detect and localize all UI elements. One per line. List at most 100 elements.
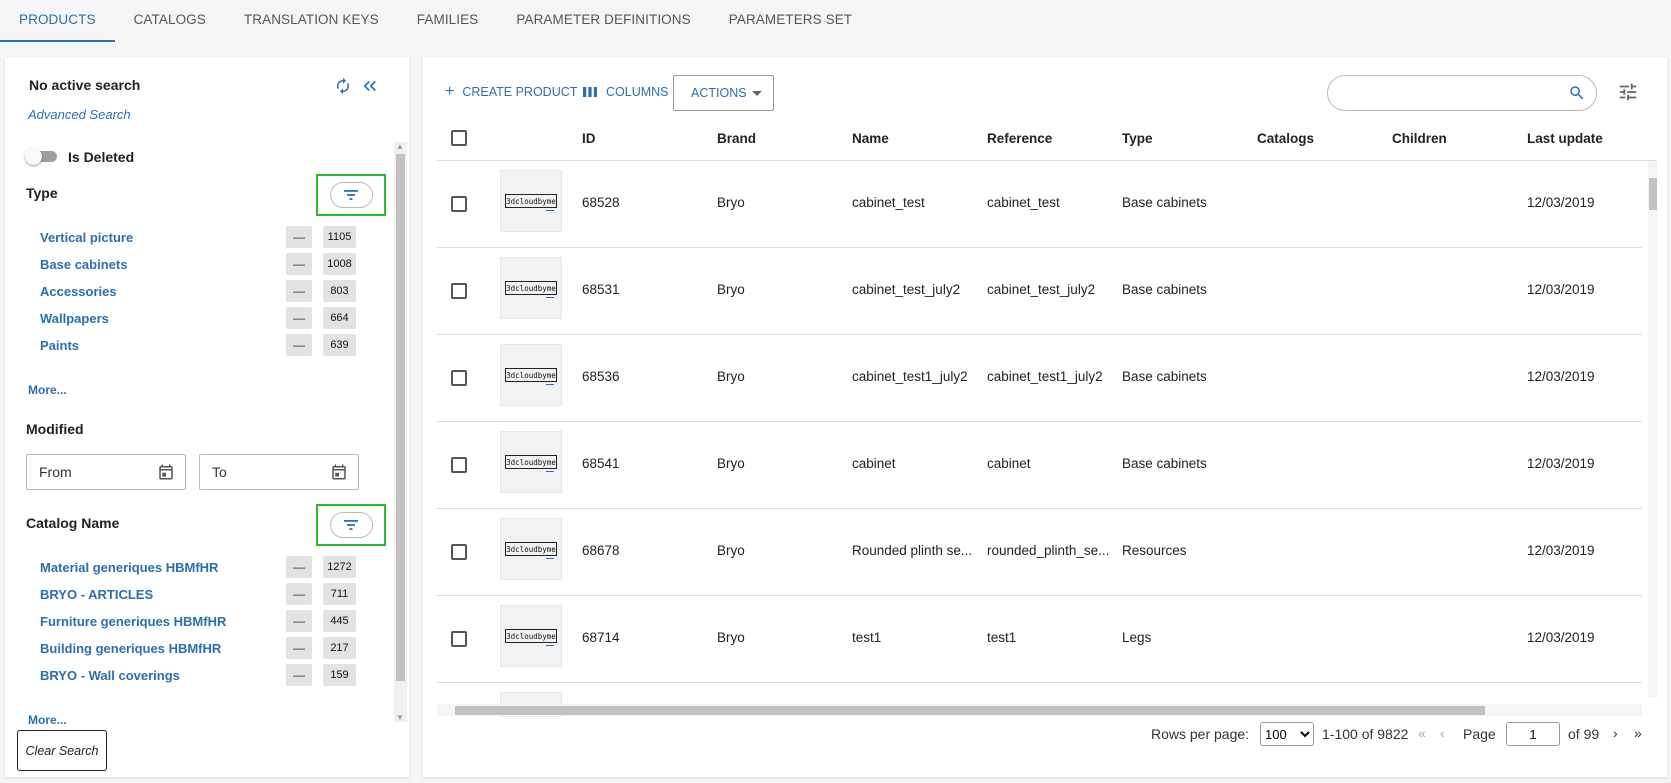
from-date-input[interactable] [27, 455, 147, 489]
facet-label[interactable]: Vertical picture [40, 230, 133, 245]
column-header-last-update[interactable]: Last update [1527, 131, 1603, 146]
search-icon[interactable] [1568, 84, 1586, 102]
type-more-link[interactable]: More... [28, 383, 67, 397]
tab-families[interactable]: FAMILIES [398, 0, 498, 42]
calendar-icon[interactable] [157, 463, 175, 481]
table-row[interactable]: 3dcloudbyme 68528 Bryo cabinet_test cabi… [437, 161, 1642, 248]
catalog-facet-item[interactable]: Furniture generiques HBMfHR — 445 [40, 610, 370, 632]
type-filter-button[interactable] [329, 182, 373, 208]
row-checkbox[interactable] [451, 457, 467, 473]
select-all-checkbox[interactable] [451, 130, 467, 146]
scrollbar-thumb[interactable] [455, 706, 1485, 715]
collapse-panel-icon[interactable] [358, 74, 382, 98]
tab-catalogs[interactable]: CATALOGS [115, 0, 225, 42]
cell-last-update: 12/03/2019 [1527, 195, 1595, 210]
facet-label[interactable]: Material generiques HBMfHR [40, 560, 218, 575]
row-checkbox[interactable] [451, 544, 467, 560]
exclude-button[interactable]: — [286, 610, 312, 632]
row-checkbox[interactable] [451, 196, 467, 212]
calendar-icon[interactable] [330, 463, 348, 481]
filter-panel-scrollbar[interactable]: ▲ ▼ [394, 142, 407, 722]
cell-name: cabinet_test1_july2 [852, 369, 968, 384]
exclude-button[interactable]: — [286, 307, 312, 329]
search-field[interactable] [1327, 75, 1597, 111]
columns-button[interactable]: COLUMNS [583, 79, 669, 105]
tab-products[interactable]: PRODUCTS [0, 0, 115, 42]
tab-parameters-set[interactable]: PARAMETERS SET [710, 0, 871, 42]
column-header-reference[interactable]: Reference [987, 131, 1052, 146]
facet-label[interactable]: Wallpapers [40, 311, 109, 326]
facet-label[interactable]: BRYO - Wall coverings [40, 668, 180, 683]
scrollbar-thumb[interactable] [1649, 178, 1657, 210]
column-header-brand[interactable]: Brand [717, 131, 756, 146]
scroll-down-icon[interactable]: ▼ [396, 713, 404, 722]
table-row[interactable]: 3dcloudbyme 68678 Bryo Rounded plinth se… [437, 509, 1642, 596]
facet-label[interactable]: Base cabinets [40, 257, 127, 272]
exclude-button[interactable]: — [286, 583, 312, 605]
table-row[interactable]: 3dcloudbyme 68536 Bryo cabinet_test1_jul… [437, 335, 1642, 422]
last-page-icon[interactable]: » [1634, 725, 1642, 741]
row-checkbox[interactable] [451, 370, 467, 386]
exclude-button[interactable]: — [286, 280, 312, 302]
page-number-input[interactable] [1506, 722, 1560, 746]
facet-label[interactable]: Furniture generiques HBMfHR [40, 614, 226, 629]
column-header-children[interactable]: Children [1392, 131, 1447, 146]
tune-settings-icon[interactable] [1617, 81, 1639, 103]
cell-type: Base cabinets [1122, 369, 1207, 384]
catalog-facet-item[interactable]: Building generiques HBMfHR — 217 [40, 637, 370, 659]
from-date-field[interactable] [26, 454, 186, 490]
table-row[interactable]: 3dcloudbyme 68531 Bryo cabinet_test_july… [437, 248, 1642, 335]
exclude-button[interactable]: — [286, 253, 312, 275]
table-row[interactable]: 3dcloudbyme 68714 Bryo test1 test1 Legs … [437, 596, 1642, 683]
catalog-more-link[interactable]: More... [28, 713, 67, 727]
exclude-button[interactable]: — [286, 556, 312, 578]
column-header-id[interactable]: ID [582, 131, 596, 146]
tab-parameter-definitions[interactable]: PARAMETER DEFINITIONS [497, 0, 709, 42]
column-header-catalogs[interactable]: Catalogs [1257, 131, 1314, 146]
search-input[interactable] [1340, 76, 1560, 110]
column-header-name[interactable]: Name [852, 131, 889, 146]
advanced-search-link[interactable]: Advanced Search [28, 107, 131, 122]
column-header-type[interactable]: Type [1122, 131, 1153, 146]
table-horizontal-scrollbar[interactable] [437, 704, 1642, 716]
type-facet-item[interactable]: Base cabinets — 1008 [40, 253, 370, 275]
exclude-button[interactable]: — [286, 637, 312, 659]
table-row[interactable]: 3dcloudbyme 68541 Bryo cabinet cabinet B… [437, 422, 1642, 509]
exclude-button[interactable]: — [286, 226, 312, 248]
thumbnail-logo: 3dcloudbyme [505, 629, 557, 646]
rows-per-page-select[interactable]: 100 [1260, 722, 1314, 746]
tab-translation-keys[interactable]: TRANSLATION KEYS [225, 0, 398, 42]
to-date-input[interactable] [200, 455, 320, 489]
type-facet-item[interactable]: Vertical picture — 1105 [40, 226, 370, 248]
catalog-facet-item[interactable]: BRYO - Wall coverings — 159 [40, 664, 370, 686]
first-page-icon[interactable]: « [1418, 725, 1426, 741]
catalog-facet-item[interactable]: Material generiques HBMfHR — 1272 [40, 556, 370, 578]
previous-page-icon[interactable]: ‹ [1440, 725, 1445, 741]
facet-label[interactable]: Paints [40, 338, 79, 353]
type-facet-item[interactable]: Paints — 639 [40, 334, 370, 356]
facet-label[interactable]: Accessories [40, 284, 117, 299]
table-header: ID Brand Name Reference Type Catalogs Ch… [437, 117, 1657, 161]
next-page-icon[interactable]: › [1613, 725, 1618, 741]
scroll-up-icon[interactable]: ▲ [396, 142, 404, 151]
is-deleted-toggle[interactable] [25, 148, 59, 165]
to-date-field[interactable] [199, 454, 359, 490]
catalog-filter-button[interactable] [329, 512, 373, 538]
clear-search-button[interactable]: Clear Search [17, 730, 107, 771]
refresh-icon[interactable] [331, 74, 355, 98]
exclude-button[interactable]: — [286, 664, 312, 686]
catalog-facet-item[interactable]: BRYO - ARTICLES — 711 [40, 583, 370, 605]
facet-label[interactable]: BRYO - ARTICLES [40, 587, 153, 602]
row-checkbox[interactable] [451, 631, 467, 647]
exclude-button[interactable]: — [286, 334, 312, 356]
search-status: No active search [29, 77, 141, 93]
actions-dropdown[interactable]: ACTIONS [673, 75, 774, 111]
facet-label[interactable]: Building generiques HBMfHR [40, 641, 221, 656]
create-product-button[interactable]: + CREATE PRODUCT [445, 79, 577, 105]
facet-count: 445 [323, 610, 356, 632]
table-vertical-scrollbar[interactable] [1648, 161, 1657, 697]
scrollbar-thumb[interactable] [396, 154, 405, 681]
type-facet-item[interactable]: Wallpapers — 664 [40, 307, 370, 329]
row-checkbox[interactable] [451, 283, 467, 299]
type-facet-item[interactable]: Accessories — 803 [40, 280, 370, 302]
